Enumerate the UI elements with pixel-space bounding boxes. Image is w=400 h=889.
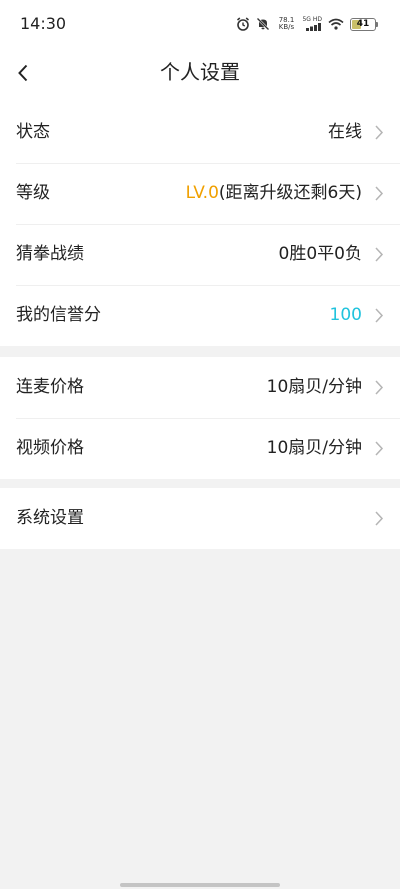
battery-level: 41 [356, 18, 370, 29]
chevron-right-icon [375, 186, 384, 201]
chevron-right-icon [375, 247, 384, 262]
row-status[interactable]: 状态 在线 [0, 102, 400, 163]
chevron-left-icon [18, 64, 28, 82]
home-indicator[interactable] [120, 883, 280, 887]
level-remaining: (距离升级还剩6天) [218, 183, 362, 203]
settings-group-pricing: 连麦价格 10扇贝/分钟 视频价格 10扇贝/分钟 [0, 357, 400, 479]
net-speed: 78.1 KB/s [276, 17, 296, 31]
cellular: 5G HD [302, 17, 322, 31]
row-label: 状态 [16, 122, 50, 142]
row-value: 10扇贝/分钟 [266, 377, 362, 397]
status-time: 14:30 [20, 14, 67, 33]
chevron-right-icon [375, 308, 384, 323]
settings-group-profile: 状态 在线 等级 LV.0(距离升级还剩6天) 猜拳战绩 0胜0平0负 我的信誉… [0, 102, 400, 346]
row-mic-price[interactable]: 连麦价格 10扇贝/分钟 [0, 357, 400, 418]
signal-icon [306, 23, 321, 31]
wifi-icon [328, 18, 344, 30]
row-label: 连麦价格 [16, 377, 84, 397]
row-rps-record[interactable]: 猜拳战绩 0胜0平0负 [0, 224, 400, 285]
row-label: 系统设置 [16, 508, 84, 528]
mute-icon [257, 17, 270, 31]
row-label: 我的信誉分 [16, 305, 101, 325]
net-speed-unit: KB/s [278, 23, 295, 31]
settings-group-system: 系统设置 [0, 488, 400, 549]
alarm-icon [237, 17, 250, 31]
row-system-settings[interactable]: 系统设置 [0, 488, 400, 549]
status-bar: 14:30 78.1 KB/s 5G HD 41 [0, 0, 400, 48]
row-credit-score[interactable]: 我的信誉分 100 [0, 285, 400, 346]
chevron-right-icon [375, 511, 384, 526]
row-label: 视频价格 [16, 438, 84, 458]
status-icons: 78.1 KB/s 5G HD 41 [236, 14, 378, 34]
chevron-right-icon [375, 125, 384, 140]
row-label: 猜拳战绩 [16, 244, 84, 264]
chevron-right-icon [375, 441, 384, 456]
battery-icon: 41 [350, 17, 378, 31]
back-button[interactable] [8, 58, 38, 88]
row-video-price[interactable]: 视频价格 10扇贝/分钟 [0, 418, 400, 479]
row-value: 10扇贝/分钟 [266, 438, 362, 458]
chevron-right-icon [375, 380, 384, 395]
nav-bar: 个人设置 [0, 48, 400, 102]
page-title: 个人设置 [160, 60, 240, 84]
row-value: LV.0(距离升级还剩6天) [186, 163, 362, 224]
level-badge: LV.0 [185, 183, 219, 203]
row-value: 0胜0平0负 [278, 244, 362, 264]
row-level[interactable]: 等级 LV.0(距离升级还剩6天) [0, 163, 400, 224]
credit-score-value: 100 [329, 305, 362, 325]
row-value: 在线 [328, 122, 362, 142]
row-label: 等级 [16, 183, 50, 203]
